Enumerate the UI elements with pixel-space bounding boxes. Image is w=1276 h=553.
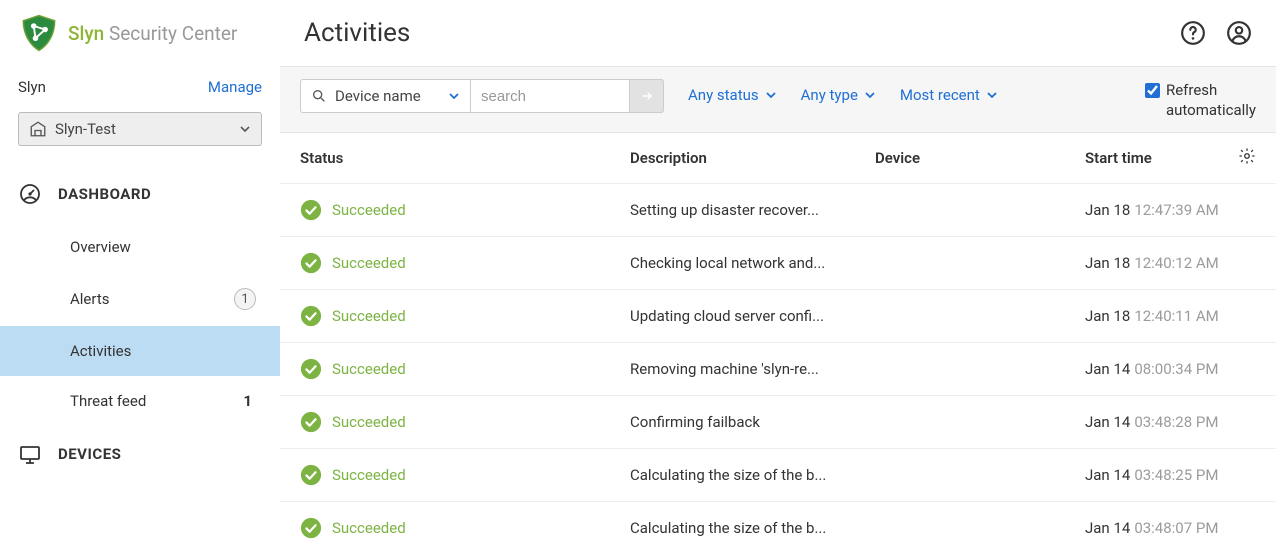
start-time-cell: Jan 1812:40:11 AM	[1085, 307, 1232, 325]
nav-section-dashboard[interactable]: DASHBOARD	[0, 166, 280, 222]
status-label: Succeeded	[332, 466, 406, 484]
device-field-select[interactable]: Device name	[300, 79, 470, 113]
table-row[interactable]: Succeeded Calculating the size of the b..…	[280, 502, 1276, 553]
page-title: Activities	[304, 18, 410, 48]
sidebar-item-label: Threat feed	[70, 392, 146, 410]
building-icon	[29, 120, 47, 138]
column-header-start-time[interactable]: Start time	[1085, 149, 1232, 167]
dashboard-icon	[18, 182, 42, 206]
refresh-automatically[interactable]: Refreshautomatically	[1145, 79, 1256, 120]
device-selector-label: Slyn-Test	[55, 120, 116, 138]
table-row[interactable]: Succeeded Removing machine 'slyn-re... Jan…	[280, 343, 1276, 396]
table-row[interactable]: Succeeded Checking local network and... Ja…	[280, 237, 1276, 290]
manage-link[interactable]: Manage	[208, 78, 262, 96]
gear-icon[interactable]	[1238, 147, 1256, 165]
device-field-label: Device name	[335, 87, 421, 105]
success-icon	[300, 305, 322, 327]
devices-icon	[18, 442, 42, 466]
column-header-status[interactable]: Status	[300, 149, 630, 167]
shield-logo-icon	[18, 12, 60, 54]
status-label: Succeeded	[332, 254, 406, 272]
sidebar-item-activities[interactable]: Activities	[0, 326, 280, 376]
chevron-down-icon	[448, 90, 460, 102]
nav-section-devices[interactable]: DEVICES	[0, 426, 280, 482]
start-time-cell: Jan 1403:48:28 PM	[1085, 413, 1232, 431]
status-label: Succeeded	[332, 307, 406, 325]
refresh-label: Refreshautomatically	[1166, 81, 1256, 120]
sidebar-item-label: Overview	[70, 238, 131, 256]
device-selector[interactable]: Slyn-Test	[18, 112, 262, 146]
table-row[interactable]: Succeeded Confirming failback Jan 1403:48:…	[280, 396, 1276, 449]
arrow-right-icon	[639, 88, 655, 104]
start-time-cell: Jan 1403:48:25 PM	[1085, 466, 1232, 484]
status-label: Succeeded	[332, 413, 406, 431]
column-header-device[interactable]: Device	[875, 149, 1085, 167]
success-icon	[300, 464, 322, 486]
start-time-cell: Jan 1403:48:07 PM	[1085, 519, 1232, 537]
table-row[interactable]: Succeeded Updating cloud server confi... J…	[280, 290, 1276, 343]
alerts-badge: 1	[234, 288, 256, 310]
logo-text: Slyn Security Center	[68, 22, 237, 45]
description-cell: Removing machine 'slyn-re...	[630, 360, 875, 378]
table-header: Status Description Device Start time	[280, 133, 1276, 184]
start-time-cell: Jan 1408:00:34 PM	[1085, 360, 1232, 378]
description-cell: Updating cloud server confi...	[630, 307, 875, 325]
description-cell: Calculating the size of the b...	[630, 519, 875, 537]
search-input[interactable]	[470, 79, 630, 113]
success-icon	[300, 517, 322, 539]
user-icon[interactable]	[1226, 20, 1252, 46]
status-label: Succeeded	[332, 201, 406, 219]
description-cell: Setting up disaster recover...	[630, 201, 875, 219]
sidebar-item-label: Alerts	[70, 290, 110, 308]
description-cell: Calculating the size of the b...	[630, 466, 875, 484]
help-icon[interactable]	[1180, 20, 1206, 46]
org-name: Slyn	[18, 78, 46, 96]
sidebar-item-overview[interactable]: Overview	[0, 222, 280, 272]
table-row[interactable]: Succeeded Setting up disaster recover... J…	[280, 184, 1276, 237]
success-icon	[300, 252, 322, 274]
column-header-description[interactable]: Description	[630, 149, 875, 167]
table-row[interactable]: Succeeded Calculating the size of the b..…	[280, 449, 1276, 502]
filter-label: Most recent	[900, 86, 980, 104]
search-button[interactable]	[630, 79, 664, 113]
sidebar-item-label: Activities	[70, 342, 131, 360]
search-icon	[311, 88, 327, 104]
sidebar: Slyn Security Center Slyn Manage Slyn-Te…	[0, 0, 280, 553]
success-icon	[300, 358, 322, 380]
status-label: Succeeded	[332, 360, 406, 378]
refresh-checkbox[interactable]	[1145, 83, 1160, 98]
chevron-down-icon	[986, 89, 998, 101]
nav-section-label: DEVICES	[58, 445, 121, 463]
nav-section-label: DASHBOARD	[58, 185, 151, 203]
threat-feed-count: 1	[243, 392, 252, 410]
filter-type[interactable]: Any type	[801, 79, 876, 104]
success-icon	[300, 199, 322, 221]
description-cell: Confirming failback	[630, 413, 875, 431]
toolbar: Device name Any status Any type	[280, 66, 1276, 133]
logo: Slyn Security Center	[0, 12, 280, 72]
table-body: Succeeded Setting up disaster recover... J…	[280, 184, 1276, 553]
filter-label: Any type	[801, 86, 858, 104]
start-time-cell: Jan 1812:40:12 AM	[1085, 254, 1232, 272]
main-content: Activities	[280, 0, 1276, 553]
filter-status[interactable]: Any status	[688, 79, 777, 104]
description-cell: Checking local network and...	[630, 254, 875, 272]
filter-sort[interactable]: Most recent	[900, 79, 998, 104]
filter-label: Any status	[688, 86, 759, 104]
chevron-down-icon	[765, 89, 777, 101]
sidebar-item-threat-feed[interactable]: Threat feed 1	[0, 376, 280, 426]
start-time-cell: Jan 1812:47:39 AM	[1085, 201, 1232, 219]
chevron-down-icon	[239, 123, 251, 135]
chevron-down-icon	[864, 89, 876, 101]
status-label: Succeeded	[332, 519, 406, 537]
sidebar-item-alerts[interactable]: Alerts 1	[0, 272, 280, 326]
success-icon	[300, 411, 322, 433]
